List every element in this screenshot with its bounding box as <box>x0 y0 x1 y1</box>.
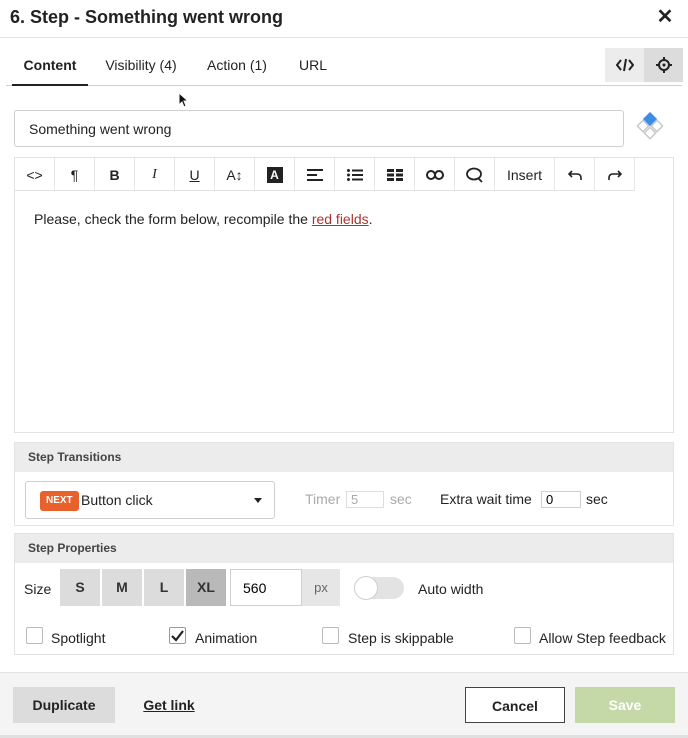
table-button[interactable] <box>375 158 415 191</box>
view-tools <box>605 48 683 82</box>
editor-toolbar: <> ¶ B I U A↕ A Insert <box>15 158 635 191</box>
insert-button[interactable]: Insert <box>495 158 555 191</box>
align-left-icon <box>306 168 323 181</box>
skippable-checkbox[interactable] <box>322 627 339 644</box>
tab-url[interactable]: URL <box>292 44 334 86</box>
extra-wait-label: Extra wait time <box>440 491 532 507</box>
get-link-button[interactable]: Get link <box>140 687 198 723</box>
step-properties-panel: Step Properties Size S M L XL px Auto wi… <box>14 533 674 655</box>
size-l-button[interactable]: L <box>144 569 184 606</box>
comment-icon <box>465 167 483 183</box>
step-properties-title: Step Properties <box>15 534 673 563</box>
dialog-footer: Duplicate Get link Cancel Save <box>0 672 688 738</box>
auto-width-toggle[interactable] <box>354 576 404 600</box>
toggle-knob <box>354 576 378 600</box>
bold-button[interactable]: B <box>95 158 135 191</box>
transition-select[interactable]: NEXT Button click <box>25 481 275 519</box>
paragraph-button[interactable]: ¶ <box>55 158 95 191</box>
code-button[interactable]: <> <box>15 158 55 191</box>
align-button[interactable] <box>295 158 335 191</box>
undo-button[interactable] <box>555 158 595 191</box>
size-label: Size <box>24 581 52 597</box>
timer-unit: sec <box>390 491 412 507</box>
undo-icon <box>567 169 582 180</box>
underline-button[interactable]: U <box>175 158 215 191</box>
duplicate-button[interactable]: Duplicate <box>13 687 115 723</box>
step-type-icon[interactable] <box>634 112 666 144</box>
cancel-button[interactable]: Cancel <box>465 687 565 723</box>
italic-button[interactable]: I <box>135 158 175 191</box>
step-transitions-title: Step Transitions <box>15 443 673 472</box>
dialog-header: 6. Step - Something went wrong ✕ <box>0 0 688 38</box>
table-icon <box>386 168 403 181</box>
feedback-label: Allow Step feedback <box>539 630 666 646</box>
comment-button[interactable] <box>455 158 495 191</box>
link-button[interactable] <box>415 158 455 191</box>
animation-checkbox[interactable] <box>169 627 186 644</box>
editor-text: Please, check the form below, recompile … <box>34 211 312 227</box>
redo-icon <box>607 169 622 180</box>
tab-bar: Content Visibility (4) Action (1) URL <box>6 44 682 86</box>
width-input[interactable] <box>230 569 302 606</box>
feedback-checkbox[interactable] <box>514 627 531 644</box>
editor-text-end: . <box>368 211 373 227</box>
text-color-button[interactable]: A <box>255 158 295 191</box>
mouse-cursor-icon <box>178 92 190 108</box>
redo-button[interactable] <box>595 158 635 191</box>
animation-label: Animation <box>195 630 258 646</box>
step-title-input[interactable] <box>14 110 624 147</box>
extra-wait-input[interactable] <box>541 491 581 508</box>
target-icon[interactable] <box>644 48 683 82</box>
red-fields-link[interactable]: red fields <box>312 211 369 227</box>
size-xl-button[interactable]: XL <box>186 569 226 606</box>
font-size-button[interactable]: A↕ <box>215 158 255 191</box>
tab-content[interactable]: Content <box>12 44 88 86</box>
tab-action[interactable]: Action (1) <box>202 44 272 86</box>
transition-selected: Button click <box>81 492 153 508</box>
spotlight-checkbox[interactable] <box>26 627 43 644</box>
link-icon <box>425 169 444 180</box>
auto-width-label: Auto width <box>418 581 484 597</box>
extra-wait-unit: sec <box>586 491 608 507</box>
text-color-icon: A <box>266 166 283 183</box>
list-icon <box>346 168 363 181</box>
size-m-button[interactable]: M <box>102 569 142 606</box>
size-s-button[interactable]: S <box>60 569 100 606</box>
width-unit: px <box>302 569 340 606</box>
chevron-down-icon <box>254 498 262 503</box>
skippable-label: Step is skippable <box>348 630 454 646</box>
code-view-icon[interactable] <box>605 48 644 82</box>
editor-content[interactable]: Please, check the form below, recompile … <box>34 211 373 227</box>
checkmark-icon <box>171 630 184 642</box>
timer-input[interactable] <box>346 491 384 508</box>
step-transitions-panel: Step Transitions NEXT Button click Timer… <box>14 442 674 526</box>
tab-visibility[interactable]: Visibility (4) <box>98 44 184 86</box>
close-icon[interactable]: ✕ <box>656 7 674 27</box>
rich-text-editor: <> ¶ B I U A↕ A Insert Please, check the… <box>14 157 674 433</box>
dialog-title: 6. Step - Something went wrong <box>10 7 284 27</box>
spotlight-label: Spotlight <box>51 630 106 646</box>
save-button[interactable]: Save <box>575 687 675 723</box>
next-badge: NEXT <box>40 491 79 511</box>
timer-label: Timer <box>305 491 341 507</box>
list-button[interactable] <box>335 158 375 191</box>
